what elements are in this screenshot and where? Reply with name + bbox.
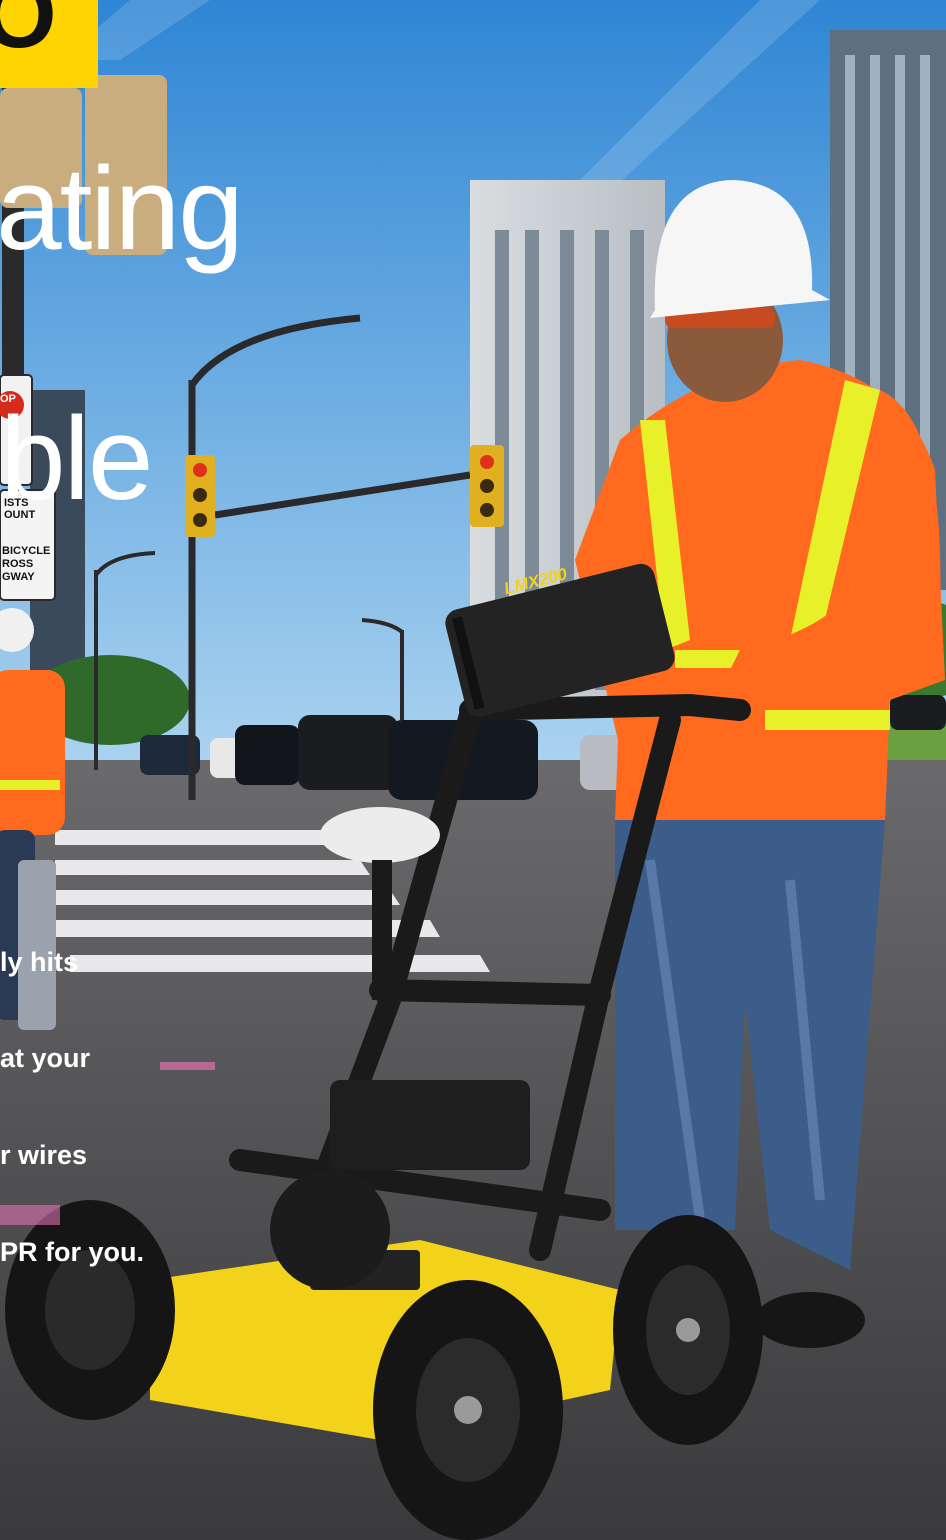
body-text-line-3: r wires <box>0 1140 88 1170</box>
sign-text-1a: ISTS <box>4 497 29 509</box>
battery-box <box>330 1080 530 1170</box>
boot <box>755 1292 865 1348</box>
sign-text-2a: BICYCLE <box>2 545 51 557</box>
body-text-line-4: PR for you. <box>0 1237 145 1267</box>
brand-logo-block: O <box>0 0 98 88</box>
headline-line-1: ating <box>0 143 244 275</box>
sign-text-1: ISTS OUNT <box>4 497 35 521</box>
sign-text-2: BICYCLE ROSS GWAY <box>2 545 50 584</box>
stop-sign-text: OP <box>0 393 16 405</box>
sign-text-2c: GWAY <box>2 571 35 583</box>
brand-logo-glyph: O <box>0 0 57 68</box>
gps-antenna <box>320 807 440 863</box>
body-text-line-2: at your <box>0 1043 91 1073</box>
sign-text-1b: OUNT <box>4 509 36 521</box>
sign-text-2b: ROSS <box>2 558 34 570</box>
body-text-line-1: ly hits <box>0 947 79 977</box>
